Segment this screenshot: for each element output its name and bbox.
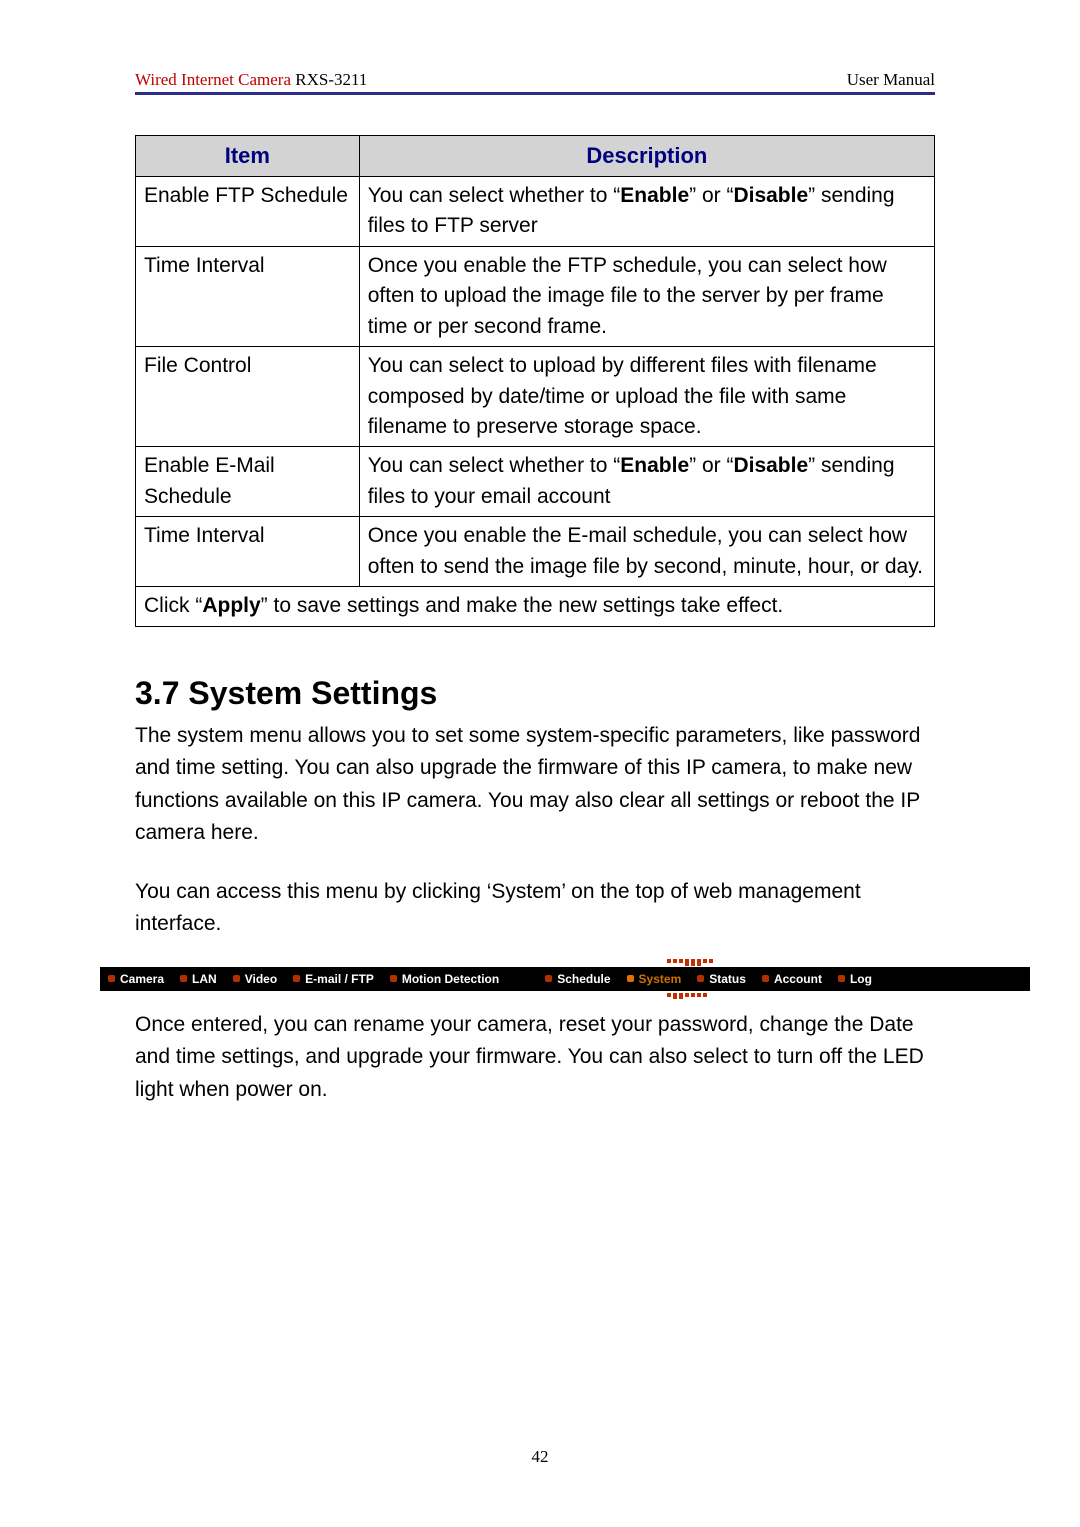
table-row: Time Interval Once you enable the E-mail… [136,517,935,587]
table-footer-row: Click “Apply” to save settings and make … [136,587,935,626]
cell-desc: You can select whether to “Enable” or “D… [359,176,934,246]
bullet-icon [233,975,240,982]
nav-item-schedule[interactable]: Schedule [537,972,618,986]
col-description: Description [359,136,934,177]
header-right: User Manual [847,70,935,90]
bullet-icon [697,975,704,982]
cell-item: Enable FTP Schedule [136,176,360,246]
bullet-icon [545,975,552,982]
page-header: Wired Internet Camera RXS-3211 User Manu… [135,70,935,95]
table-row: File Control You can select to upload by… [136,347,935,447]
nav-item-motion-detection[interactable]: Motion Detection [382,972,507,986]
nav-item-lan[interactable]: LAN [172,972,225,986]
highlight-marker-icon [667,993,707,999]
nav-item-video[interactable]: Video [225,972,285,986]
table-row: Enable FTP Schedule You can select wheth… [136,176,935,246]
bullet-icon [108,975,115,982]
header-left: Wired Internet Camera RXS-3211 [135,70,367,90]
nav-item-account[interactable]: Account [754,972,830,986]
bullet-icon [838,975,845,982]
bullet-icon [293,975,300,982]
nav-item-log[interactable]: Log [830,972,880,986]
cell-item: Time Interval [136,246,360,346]
table-row: Time Interval Once you enable the FTP sc… [136,246,935,346]
table-row: Enable E-Mail Schedule You can select wh… [136,447,935,517]
section-paragraph: The system menu allows you to set some s… [135,720,935,850]
bullet-icon [180,975,187,982]
product-name: Wired Internet Camera [135,70,291,89]
section-paragraph: Once entered, you can rename your camera… [135,1009,935,1107]
web-ui-navbar: Camera LAN Video E-mail / FTP Motion Det… [100,967,1030,991]
nav-item-status[interactable]: Status [689,972,754,986]
cell-item: Time Interval [136,517,360,587]
col-item: Item [136,136,360,177]
nav-item-email-ftp[interactable]: E-mail / FTP [285,972,382,986]
bullet-icon [390,975,397,982]
section-heading: 3.7 System Settings [135,675,935,712]
section-paragraph: You can access this menu by clicking ‘Sy… [135,876,935,941]
cell-desc: You can select whether to “Enable” or “D… [359,447,934,517]
settings-table: Item Description Enable FTP Schedule You… [135,135,935,627]
cell-footer: Click “Apply” to save settings and make … [136,587,935,626]
highlight-marker-icon [667,959,713,966]
cell-item: Enable E-Mail Schedule [136,447,360,517]
nav-item-system[interactable]: System [619,972,690,986]
cell-desc: Once you enable the FTP schedule, you ca… [359,246,934,346]
cell-desc: Once you enable the E-mail schedule, you… [359,517,934,587]
cell-desc: You can select to upload by different fi… [359,347,934,447]
cell-item: File Control [136,347,360,447]
model-number: RXS-3211 [295,70,367,89]
nav-item-camera[interactable]: Camera [100,972,172,986]
table-header-row: Item Description [136,136,935,177]
page-number: 42 [0,1447,1080,1467]
bullet-icon [627,975,634,982]
bullet-icon [762,975,769,982]
